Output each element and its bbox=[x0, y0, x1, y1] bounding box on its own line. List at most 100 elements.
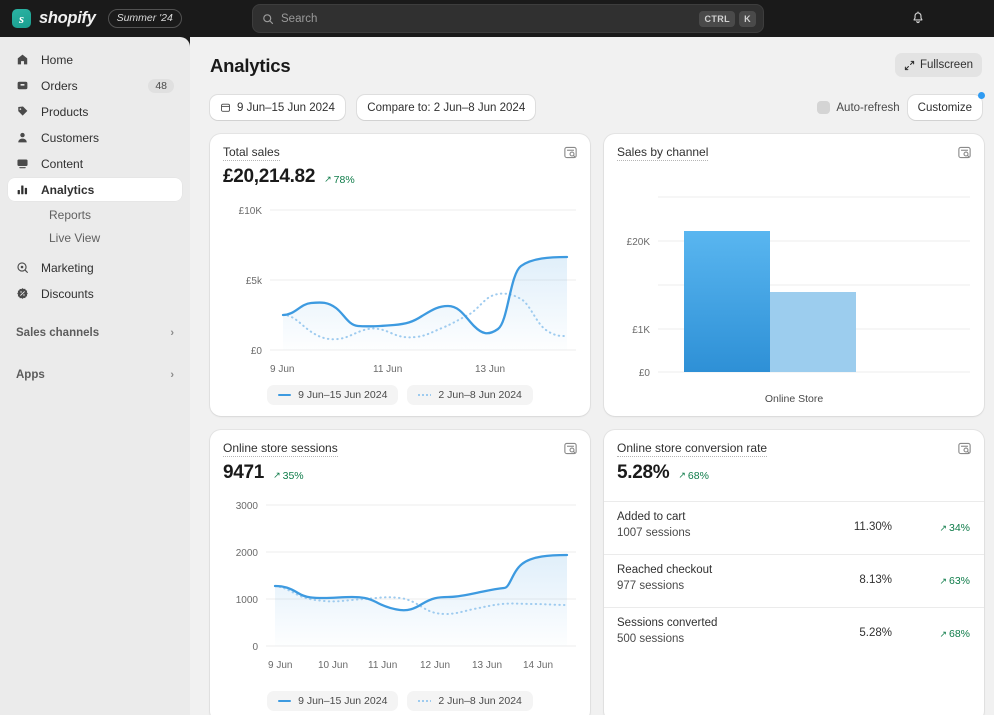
svg-text:11 Jun: 11 Jun bbox=[368, 660, 397, 671]
table-row[interactable]: Sessions converted 500 sessions 5.28% ↗ … bbox=[604, 607, 984, 660]
delta-value: 78% bbox=[333, 173, 355, 186]
legend-item-current[interactable]: 9 Jun–15 Jun 2024 bbox=[267, 385, 399, 405]
legend-solid-line-icon bbox=[278, 700, 292, 702]
legend-label: 9 Jun–15 Jun 2024 bbox=[298, 389, 388, 401]
card-menu-icon[interactable] bbox=[563, 145, 578, 160]
legend-dotted-line-icon bbox=[418, 700, 432, 702]
conversion-rate-value: 5.28% bbox=[617, 462, 670, 483]
sidebar-item-label: Content bbox=[41, 156, 84, 171]
card-menu-icon[interactable] bbox=[957, 145, 972, 160]
card-title[interactable]: Sales by channel bbox=[617, 145, 709, 161]
analytics-icon bbox=[16, 183, 33, 196]
search-input[interactable] bbox=[274, 12, 696, 25]
metric-row: 9471 ↗ 35% bbox=[223, 462, 304, 484]
sidebar-item-orders[interactable]: Orders 48 bbox=[8, 74, 182, 97]
right-controls: Auto-refresh Customize bbox=[817, 92, 985, 120]
products-icon bbox=[16, 105, 33, 118]
delta-value: 68% bbox=[687, 469, 709, 482]
brand-logo[interactable]: shopify Summer '24 bbox=[0, 9, 182, 28]
auto-refresh-toggle[interactable]: Auto-refresh bbox=[817, 101, 900, 114]
table-row[interactable]: Added to cart 1007 sessions 11.30% ↗ 34% bbox=[604, 501, 984, 554]
conversion-rate-delta: ↗ 68% bbox=[678, 470, 709, 482]
search-bar[interactable]: CTRL K bbox=[252, 4, 764, 33]
svg-text:13 Jun: 13 Jun bbox=[472, 660, 502, 671]
legend-label: 2 Jun–8 Jun 2024 bbox=[438, 695, 522, 707]
card-menu-icon[interactable] bbox=[563, 441, 578, 456]
metric-row: £20,214.82 ↗ 78% bbox=[223, 166, 355, 188]
legend-label: 2 Jun–8 Jun 2024 bbox=[438, 389, 522, 401]
fullscreen-label: Fullscreen bbox=[919, 59, 973, 71]
sidebar-item-reports[interactable]: Reports bbox=[8, 204, 182, 225]
card-title[interactable]: Online store conversion rate bbox=[617, 441, 768, 457]
svg-text:1000: 1000 bbox=[236, 595, 259, 606]
arrow-up-icon: ↗ bbox=[939, 575, 947, 586]
legend-label: 9 Jun–15 Jun 2024 bbox=[298, 695, 388, 707]
legend-dotted-line-icon bbox=[418, 394, 432, 396]
card-menu-icon[interactable] bbox=[957, 441, 972, 456]
bar-compare-period bbox=[770, 292, 856, 372]
sidebar-section-apps[interactable]: Apps › bbox=[8, 363, 182, 387]
total-sales-svg: £10K £5k £0 9 Jun 11 Jun 13 Jun bbox=[239, 206, 576, 375]
legend-item-current[interactable]: 9 Jun–15 Jun 2024 bbox=[267, 691, 399, 711]
sessions-value: 9471 bbox=[223, 462, 265, 483]
funnel-percentage: 5.28% bbox=[859, 627, 892, 639]
sidebar-section-sales-channels[interactable]: Sales channels › bbox=[8, 321, 182, 345]
sidebar-item-products[interactable]: Products bbox=[8, 100, 182, 123]
card-title[interactable]: Online store sessions bbox=[223, 441, 338, 457]
content-icon bbox=[16, 157, 33, 170]
metric-row: 5.28% ↗ 68% bbox=[617, 462, 709, 484]
arrow-up-icon: ↗ bbox=[939, 628, 947, 639]
expand-icon bbox=[904, 60, 915, 71]
sidebar-item-content[interactable]: Content bbox=[8, 152, 182, 175]
sidebar-item-analytics[interactable]: Analytics bbox=[8, 178, 182, 201]
sidebar-item-home[interactable]: Home bbox=[8, 48, 182, 71]
brand-wordmark: shopify bbox=[39, 9, 96, 27]
funnel-name: Reached checkout bbox=[617, 564, 713, 576]
shopify-bag-icon bbox=[12, 9, 31, 28]
auto-refresh-checkbox[interactable] bbox=[817, 101, 831, 114]
date-range-button[interactable]: 9 Jun–15 Jun 2024 bbox=[210, 95, 345, 120]
svg-text:14 Jun: 14 Jun bbox=[523, 660, 553, 671]
bell-icon[interactable] bbox=[905, 5, 931, 31]
orders-icon bbox=[16, 79, 33, 92]
auto-refresh-label: Auto-refresh bbox=[836, 101, 900, 114]
sidebar-item-discounts[interactable]: Discounts bbox=[8, 282, 182, 305]
sidebar-item-marketing[interactable]: Marketing bbox=[8, 256, 182, 279]
svg-text:£10K: £10K bbox=[239, 206, 263, 217]
arrow-up-icon: ↗ bbox=[273, 470, 281, 480]
sidebar-section-label: Sales channels bbox=[16, 327, 100, 339]
chevron-right-icon: › bbox=[170, 327, 174, 339]
svg-text:13 Jun: 13 Jun bbox=[475, 364, 505, 375]
customize-notification-dot bbox=[978, 92, 985, 99]
funnel-percentage: 11.30% bbox=[853, 521, 892, 533]
bar-category-label: Online Store bbox=[764, 393, 824, 405]
sidebar-item-label: Discounts bbox=[41, 286, 94, 301]
home-icon bbox=[16, 53, 33, 66]
fullscreen-button[interactable]: Fullscreen bbox=[894, 53, 982, 77]
funnel-name: Added to cart bbox=[617, 511, 686, 523]
total-sales-legend: 9 Jun–15 Jun 2024 2 Jun–8 Jun 2024 bbox=[210, 385, 590, 405]
sidebar-subitem-label: Live View bbox=[49, 230, 101, 245]
total-sales-chart: £10K £5k £0 9 Jun 11 Jun 13 Jun bbox=[210, 196, 590, 376]
arrow-up-icon: ↗ bbox=[678, 470, 686, 480]
legend-item-compare[interactable]: 2 Jun–8 Jun 2024 bbox=[407, 385, 533, 405]
svg-text:2000: 2000 bbox=[236, 548, 259, 559]
svg-text:3000: 3000 bbox=[236, 501, 259, 512]
main-content: Analytics Fullscreen 9 Jun–15 Jun 2024 C… bbox=[190, 37, 994, 715]
sidebar-item-live-view[interactable]: Live View bbox=[8, 227, 182, 248]
customize-button[interactable]: Customize bbox=[907, 92, 985, 120]
svg-text:0: 0 bbox=[252, 642, 258, 653]
card-title[interactable]: Total sales bbox=[223, 145, 280, 161]
sidebar-item-label: Customers bbox=[41, 130, 100, 145]
customers-icon bbox=[16, 131, 33, 144]
svg-text:£5k: £5k bbox=[246, 276, 263, 287]
sessions-svg: 3000 2000 1000 0 9 Jun 10 Jun 11 Jun 12 … bbox=[236, 501, 576, 671]
funnel-name: Sessions converted bbox=[617, 617, 718, 629]
sidebar-item-customers[interactable]: Customers bbox=[8, 126, 182, 149]
kbd-k: K bbox=[739, 10, 756, 27]
card-online-store-conversion-rate: Online store conversion rate 5.28% ↗ 68%… bbox=[604, 430, 984, 715]
compare-button[interactable]: Compare to: 2 Jun–8 Jun 2024 bbox=[357, 95, 536, 120]
table-row[interactable]: Reached checkout 977 sessions 8.13% ↗ 63… bbox=[604, 554, 984, 607]
legend-item-compare[interactable]: 2 Jun–8 Jun 2024 bbox=[407, 691, 533, 711]
bar-current-period bbox=[684, 231, 770, 372]
